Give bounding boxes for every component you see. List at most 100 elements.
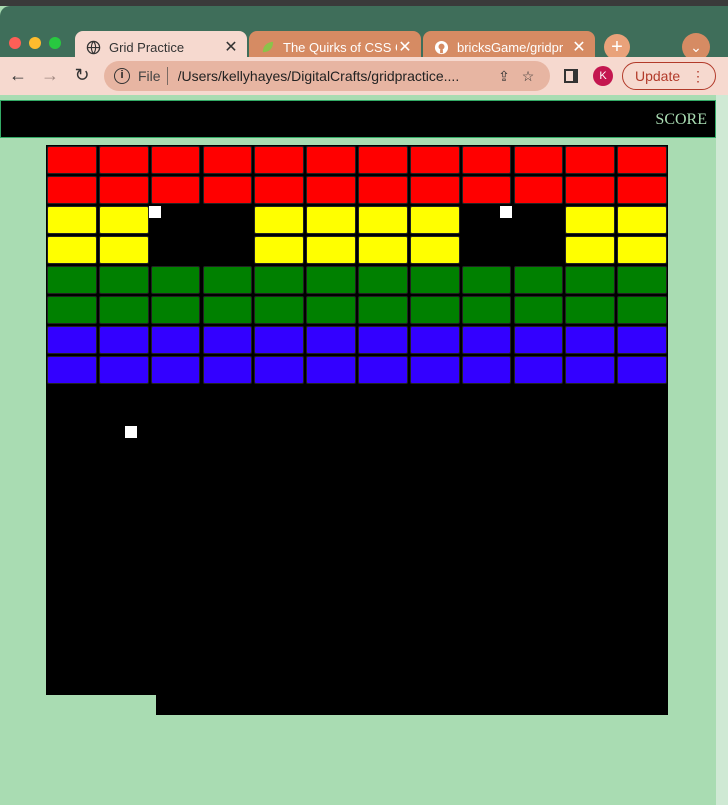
brick xyxy=(565,206,616,234)
brick xyxy=(617,296,667,324)
brick xyxy=(98,266,149,294)
brick xyxy=(98,356,149,384)
brick xyxy=(306,236,356,264)
brick xyxy=(565,146,616,174)
brick xyxy=(254,326,305,354)
brick xyxy=(565,236,616,264)
brick xyxy=(565,326,616,354)
brick xyxy=(513,326,564,354)
brick xyxy=(461,266,512,294)
arrow-right-icon: → xyxy=(41,65,59,85)
info-icon[interactable]: i xyxy=(114,68,130,84)
brick xyxy=(358,206,408,234)
ball xyxy=(149,206,161,218)
brick xyxy=(358,296,408,324)
browser-window: Grid Practice ✕ The Quirks of CSS G ✕ br… xyxy=(0,0,728,805)
brick xyxy=(306,176,356,204)
brick xyxy=(617,326,667,354)
bookmark-star-icon[interactable]: ☆ xyxy=(516,68,540,85)
close-tab-icon[interactable]: ✕ xyxy=(397,37,413,57)
brick xyxy=(254,296,305,324)
brick xyxy=(306,146,356,174)
back-button[interactable]: ← xyxy=(6,63,30,87)
brick xyxy=(617,236,667,264)
brick xyxy=(98,296,149,324)
forward-button[interactable]: → xyxy=(38,63,62,87)
address-bar[interactable]: i File /Users/kellyhayes/DigitalCrafts/g… xyxy=(104,61,550,91)
score-label: SCORE xyxy=(655,111,707,128)
brick xyxy=(47,146,97,174)
minimize-window-button[interactable] xyxy=(29,37,41,49)
brick xyxy=(565,356,616,384)
window-edge xyxy=(716,95,728,805)
brick xyxy=(513,146,564,174)
maximize-window-button[interactable] xyxy=(49,37,61,49)
reload-icon: ↻ xyxy=(74,65,90,85)
brick xyxy=(358,266,408,294)
close-tab-icon[interactable]: ✕ xyxy=(571,37,587,57)
close-tab-icon[interactable]: ✕ xyxy=(223,37,239,57)
side-panel-icon[interactable] xyxy=(564,69,578,83)
brick xyxy=(254,176,305,204)
close-window-button[interactable] xyxy=(9,37,21,49)
brick xyxy=(98,326,149,354)
brick xyxy=(461,356,512,384)
brick xyxy=(358,326,408,354)
brick xyxy=(254,266,305,294)
brick xyxy=(409,236,460,264)
ball xyxy=(500,206,512,218)
brick xyxy=(409,176,460,204)
brick xyxy=(47,266,97,294)
brick xyxy=(202,326,253,354)
brick xyxy=(254,146,305,174)
page-content: SCORE xyxy=(0,95,728,805)
brick xyxy=(202,146,253,174)
brick xyxy=(150,266,201,294)
brick xyxy=(409,296,460,324)
brick xyxy=(409,356,460,384)
brick xyxy=(513,266,564,294)
brick xyxy=(461,176,512,204)
tab-strip: Grid Practice ✕ The Quirks of CSS G ✕ br… xyxy=(0,6,728,63)
brick xyxy=(617,266,667,294)
brick xyxy=(47,236,97,264)
brick xyxy=(358,176,408,204)
brick xyxy=(47,296,97,324)
brick xyxy=(617,356,667,384)
brick xyxy=(358,236,408,264)
brick xyxy=(47,176,97,204)
tab-title: Grid Practice xyxy=(109,39,185,55)
brick xyxy=(150,356,201,384)
brick xyxy=(513,296,564,324)
browser-toolbar: ← → ↻ i File /Users/kellyhayes/DigitalCr… xyxy=(0,57,728,95)
brick xyxy=(617,146,667,174)
brick xyxy=(409,326,460,354)
score-bar: SCORE xyxy=(0,100,716,138)
arrow-left-icon: ← xyxy=(9,65,27,85)
brick xyxy=(202,266,253,294)
leaf-icon xyxy=(259,39,275,55)
avatar[interactable]: K xyxy=(593,66,613,86)
reload-button[interactable]: ↻ xyxy=(70,63,94,87)
brick xyxy=(513,356,564,384)
brick xyxy=(306,206,356,234)
brick xyxy=(150,326,201,354)
brick xyxy=(358,356,408,384)
brick xyxy=(513,176,564,204)
game-board-extension xyxy=(156,695,668,715)
tab-title: bricksGame/gridpr xyxy=(457,39,564,55)
update-button[interactable]: Update ⋮ xyxy=(622,62,716,90)
more-menu-icon[interactable]: ⋮ xyxy=(691,63,705,89)
brick xyxy=(358,146,408,174)
url-scheme: File xyxy=(138,68,161,84)
url-text[interactable]: /Users/kellyhayes/DigitalCrafts/gridprac… xyxy=(178,68,492,84)
share-icon[interactable]: ⇪ xyxy=(492,68,516,85)
brick xyxy=(202,296,253,324)
game-board[interactable] xyxy=(46,145,668,695)
brick xyxy=(306,356,356,384)
brick xyxy=(461,326,512,354)
brick xyxy=(565,296,616,324)
brick xyxy=(202,356,253,384)
brick xyxy=(47,356,97,384)
brick xyxy=(617,206,667,234)
